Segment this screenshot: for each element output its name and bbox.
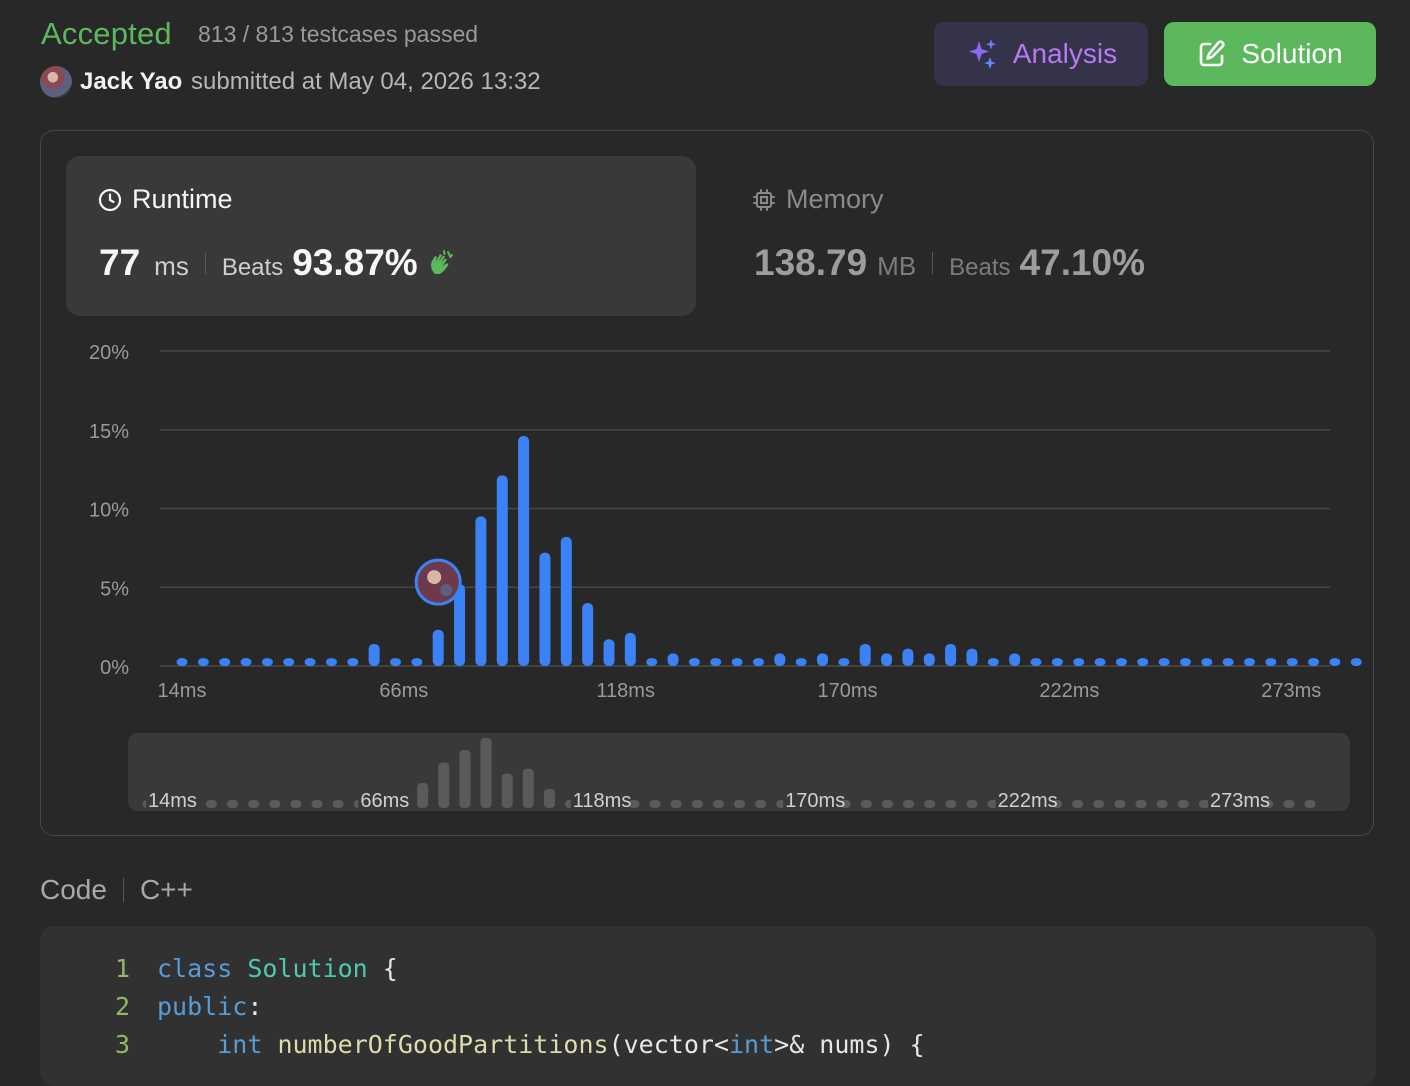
divider	[122, 878, 124, 902]
memory-value: 138.79	[754, 242, 868, 283]
divider	[932, 252, 934, 274]
clap-icon	[430, 250, 453, 274]
memory-stats: 138.79 MB Beats 47.10%	[754, 242, 1145, 284]
memory-unit: MB	[877, 251, 917, 281]
code-line-3: 3 int numberOfGoodPartitions(vector<int>…	[40, 1030, 925, 1059]
runtime-value: 77	[99, 242, 141, 283]
runtime-unit: ms	[154, 251, 189, 281]
code-token: int	[729, 1030, 775, 1059]
solution-button[interactable]: Solution	[1164, 22, 1376, 86]
sparkles-icon	[968, 39, 996, 69]
runtime-label: Runtime	[132, 184, 233, 214]
chip-icon	[753, 188, 775, 211]
solution-label: Solution	[1241, 38, 1343, 69]
line-number: 2	[114, 992, 130, 1021]
avatar[interactable]	[40, 66, 72, 98]
code-label: Code	[40, 874, 107, 905]
memory-beats-label: Beats	[949, 254, 1011, 281]
memory-beats-value: 47.10%	[1019, 242, 1146, 283]
code-token: Solution	[247, 954, 368, 983]
runtime-beats-value: 93.87%	[292, 242, 418, 283]
code-token: int	[217, 1030, 278, 1059]
runtime-stats: 77 ms Beats 93.87%	[99, 242, 456, 284]
code-line-2: 2 public:	[40, 992, 262, 1021]
code-token: (vector<	[608, 1030, 729, 1059]
memory-label: Memory	[786, 184, 884, 214]
memory-title[interactable]: Memory	[752, 184, 884, 215]
analysis-label: Analysis	[1012, 38, 1118, 69]
runtime-title: Runtime	[98, 184, 233, 215]
runtime-beats-label: Beats	[221, 254, 284, 281]
code-token: >& nums) {	[774, 1030, 925, 1059]
edit-icon	[1200, 40, 1226, 67]
code-token: class	[157, 954, 248, 983]
line-number: 3	[114, 1030, 130, 1059]
status-accepted: Accepted	[41, 16, 172, 51]
code-token: :	[247, 992, 263, 1021]
code-token: {	[367, 954, 398, 983]
clock-icon	[98, 188, 122, 211]
runtime-card[interactable]	[66, 156, 696, 316]
line-number: 1	[114, 954, 130, 983]
testcases-summary: 813 / 813 testcases passed	[198, 21, 479, 47]
code-language: C++	[139, 874, 193, 905]
divider	[204, 252, 206, 274]
submission-time: submitted at May 04, 2026 13:32	[191, 68, 541, 95]
code-editor[interactable]: 1 class Solution { 2 public: 3 int numberO…	[40, 926, 1376, 1086]
code-header: Code C++	[40, 874, 193, 906]
code-token: public	[157, 992, 248, 1021]
analysis-button[interactable]: Analysis	[934, 22, 1148, 86]
username-link[interactable]: Jack Yao	[80, 68, 182, 96]
code-token: numberOfGoodPartitions	[277, 1030, 609, 1059]
code-line-1: 1 class Solution {	[40, 954, 398, 983]
